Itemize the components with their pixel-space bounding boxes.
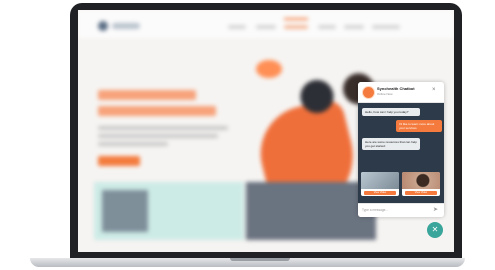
hero-title — [98, 106, 216, 116]
nav-active-indicator — [284, 18, 308, 20]
chat-messages: Hello, how can I help you today? I'd lik… — [358, 103, 444, 203]
hero-title — [98, 90, 196, 100]
message-input[interactable]: Type a message... — [362, 208, 388, 212]
video-card[interactable]: View Video — [361, 172, 399, 196]
hero-text — [98, 126, 228, 130]
user-message: I'd like to learn more about your servic… — [396, 120, 442, 132]
video-thumbnail — [361, 172, 399, 189]
chat-header: Synchealth Chatbot Online Now × — [358, 82, 444, 103]
view-video-button[interactable]: View Video — [405, 191, 437, 195]
bot-message: Here are some resources that can help yo… — [362, 138, 420, 150]
bot-message: Hello, how can I help you today? — [362, 108, 420, 116]
logo-text — [112, 23, 140, 29]
video-thumbnail — [402, 172, 440, 189]
logo-icon — [98, 21, 108, 31]
nav-link-active[interactable] — [284, 25, 308, 29]
chat-status: Online Now — [377, 92, 393, 96]
close-icon[interactable]: × — [432, 87, 436, 93]
feature-card-image — [102, 190, 148, 232]
chatbot-widget[interactable]: Synchealth Chatbot Online Now × Hello, h… — [358, 82, 444, 217]
chat-launcher-button[interactable]: ✕ — [427, 222, 443, 238]
nav-link[interactable] — [228, 25, 246, 29]
feature-card[interactable] — [246, 182, 376, 240]
hero-cta-button[interactable] — [98, 156, 140, 166]
view-video-button[interactable]: View Video — [364, 191, 396, 195]
hero-text — [98, 142, 168, 146]
nav-link[interactable] — [372, 25, 400, 29]
chat-footer: Type a message... ➤ — [358, 203, 444, 217]
hero-text — [98, 134, 218, 138]
video-card[interactable]: View Video — [402, 172, 440, 196]
nav-link[interactable] — [344, 25, 364, 29]
chatbot-avatar — [362, 86, 375, 99]
site-header — [78, 10, 454, 38]
laptop-notch — [230, 258, 290, 261]
nav-link[interactable] — [318, 25, 336, 29]
send-icon[interactable]: ➤ — [433, 207, 438, 213]
nav-link[interactable] — [256, 25, 276, 29]
close-icon: ✕ — [431, 225, 439, 234]
chat-title: Synchealth Chatbot — [377, 86, 415, 91]
